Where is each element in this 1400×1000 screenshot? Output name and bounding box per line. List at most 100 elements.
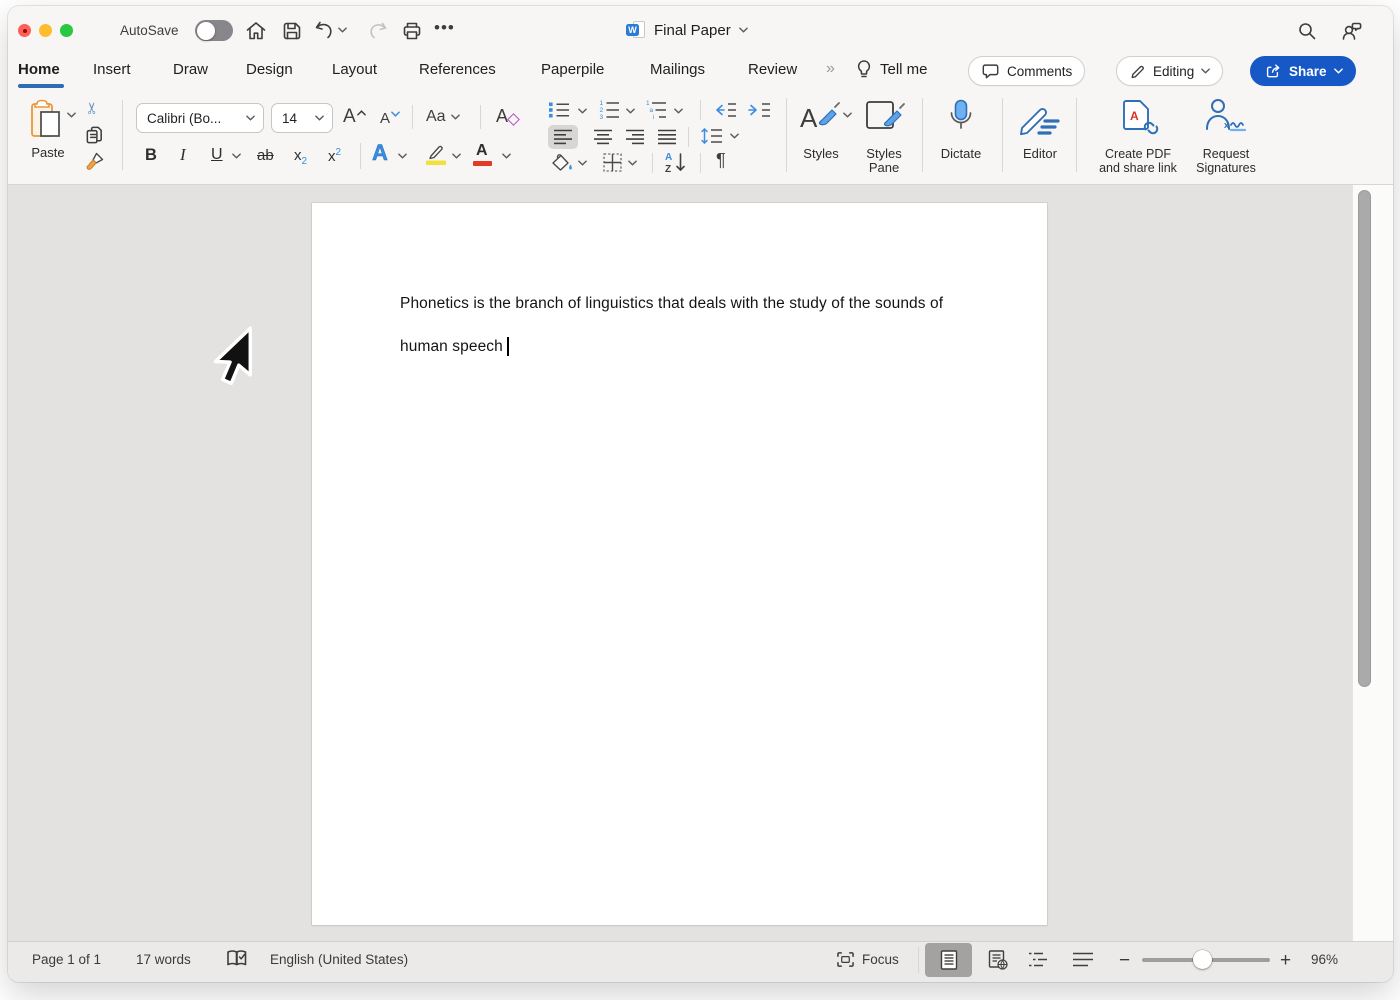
change-case-button[interactable]: Aa (426, 108, 460, 126)
tell-me-lightbulb-icon[interactable] (853, 58, 875, 82)
underline-button[interactable]: U (211, 146, 223, 164)
underline-chevron-icon[interactable] (232, 153, 241, 159)
web-layout-view-button[interactable] (974, 943, 1021, 977)
font-color-chevron-icon[interactable] (502, 153, 511, 159)
tell-me-label[interactable]: Tell me (880, 61, 928, 78)
italic-button[interactable]: I (180, 145, 186, 165)
request-signatures-button[interactable]: x (1204, 97, 1248, 139)
undo-icon[interactable] (312, 19, 336, 43)
styles-label: Styles (796, 147, 846, 161)
line-spacing-chevron-icon[interactable] (730, 133, 739, 139)
word-count-status[interactable]: 17 words (136, 952, 191, 967)
share-button[interactable]: Share (1250, 56, 1356, 86)
align-left-button[interactable] (548, 125, 578, 149)
tab-paperpile[interactable]: Paperpile (541, 61, 604, 78)
tab-design[interactable]: Design (246, 61, 293, 78)
paste-button[interactable] (28, 99, 66, 141)
save-icon[interactable] (280, 19, 304, 43)
align-center-button[interactable] (588, 125, 618, 149)
clear-formatting-button[interactable]: A (496, 106, 518, 127)
dictate-button[interactable] (947, 98, 975, 140)
zoom-slider-thumb[interactable] (1193, 950, 1212, 969)
zoom-in-button[interactable]: + (1280, 950, 1291, 972)
tab-insert[interactable]: Insert (93, 61, 131, 78)
superscript-button[interactable]: x2 (328, 147, 341, 165)
document-text-line[interactable]: human speech (400, 338, 503, 356)
print-layout-view-button[interactable] (925, 943, 972, 977)
format-painter-icon[interactable] (84, 150, 106, 172)
subscript-button[interactable]: x2 (294, 147, 307, 167)
text-effects-chevron-icon[interactable] (398, 153, 407, 159)
sort-button[interactable]: AZ (664, 150, 688, 174)
shading-button[interactable] (550, 152, 574, 174)
tab-layout[interactable]: Layout (332, 61, 377, 78)
document-text-line[interactable]: Phonetics is the branch of linguistics t… (400, 295, 943, 313)
search-icon[interactable] (1296, 20, 1318, 42)
font-color-button[interactable]: A (476, 142, 488, 160)
strikethrough-button[interactable]: ab (257, 147, 274, 164)
highlight-chevron-icon[interactable] (452, 153, 461, 159)
shrink-font-button[interactable]: A (380, 110, 400, 127)
numbering-chevron-icon[interactable] (626, 108, 635, 114)
undo-dropdown-chevron-icon[interactable] (338, 27, 347, 33)
multilevel-chevron-icon[interactable] (674, 108, 683, 114)
bold-button[interactable]: B (145, 146, 157, 165)
tab-mailings[interactable]: Mailings (650, 61, 705, 78)
minimize-window-button[interactable] (39, 24, 52, 37)
tab-draw[interactable]: Draw (173, 61, 208, 78)
grow-font-button[interactable]: A (343, 106, 366, 128)
cut-icon[interactable]: ✂ (83, 101, 103, 114)
tab-review[interactable]: Review (748, 61, 797, 78)
tab-references[interactable]: References (419, 61, 496, 78)
bullets-button[interactable] (548, 100, 571, 120)
align-right-button[interactable] (620, 125, 650, 149)
line-spacing-button[interactable] (700, 127, 724, 145)
editing-mode-dropdown[interactable]: Editing (1116, 56, 1223, 86)
zoom-out-button[interactable]: − (1119, 950, 1130, 972)
text-effects-button[interactable]: A (372, 140, 388, 166)
home-nav-icon[interactable] (244, 19, 268, 43)
ribbon-group-divider (786, 98, 787, 172)
show-paragraph-marks-button[interactable]: ¶ (716, 150, 726, 171)
page-number-status[interactable]: Page 1 of 1 (32, 952, 101, 967)
decrease-indent-button[interactable] (714, 102, 738, 118)
ribbon-small-divider (700, 100, 701, 120)
borders-chevron-icon[interactable] (628, 160, 637, 166)
justify-button[interactable] (652, 125, 682, 149)
document-title-menu[interactable]: W Final Paper (626, 20, 748, 40)
borders-button[interactable] (602, 152, 623, 173)
close-window-button[interactable] (18, 24, 31, 37)
shading-chevron-icon[interactable] (578, 160, 587, 166)
scrollbar-thumb[interactable] (1358, 190, 1371, 687)
print-icon[interactable] (400, 19, 424, 43)
multilevel-list-button[interactable]: 1ai (645, 98, 668, 120)
autosave-toggle[interactable] (195, 20, 233, 41)
increase-indent-button[interactable] (748, 102, 772, 118)
outline-view-button[interactable] (1018, 943, 1060, 977)
styles-pane-button[interactable] (864, 99, 906, 139)
focus-mode-label[interactable]: Focus (862, 952, 899, 967)
paste-dropdown-chevron-icon[interactable] (67, 112, 76, 118)
zoom-window-button[interactable] (60, 24, 73, 37)
font-name-select[interactable]: Calibri (Bo... (136, 103, 264, 133)
editor-button[interactable] (1018, 100, 1062, 138)
numbering-button[interactable]: 123 (598, 98, 621, 120)
copy-icon[interactable] (84, 124, 105, 145)
highlight-color-button[interactable] (422, 143, 448, 167)
create-pdf-button[interactable]: A (1120, 97, 1160, 139)
styles-chevron-icon[interactable] (843, 112, 852, 118)
comments-button[interactable]: Comments (968, 56, 1085, 86)
spellcheck-status-icon[interactable] (226, 949, 248, 969)
tab-home[interactable]: Home (18, 61, 60, 78)
ribbon-small-divider (360, 143, 361, 169)
font-size-select[interactable]: 14 (271, 103, 333, 133)
more-commands-icon[interactable]: ••• (434, 18, 455, 38)
feedback-person-icon[interactable] (1340, 19, 1364, 43)
focus-mode-icon[interactable] (836, 951, 855, 968)
tab-overflow-icon[interactable]: » (826, 60, 833, 78)
zoom-percentage[interactable]: 96% (1311, 952, 1338, 967)
bullets-chevron-icon[interactable] (578, 108, 587, 114)
language-status[interactable]: English (United States) (270, 952, 408, 967)
styles-button[interactable]: A (799, 100, 841, 138)
draft-view-button[interactable] (1062, 943, 1104, 977)
